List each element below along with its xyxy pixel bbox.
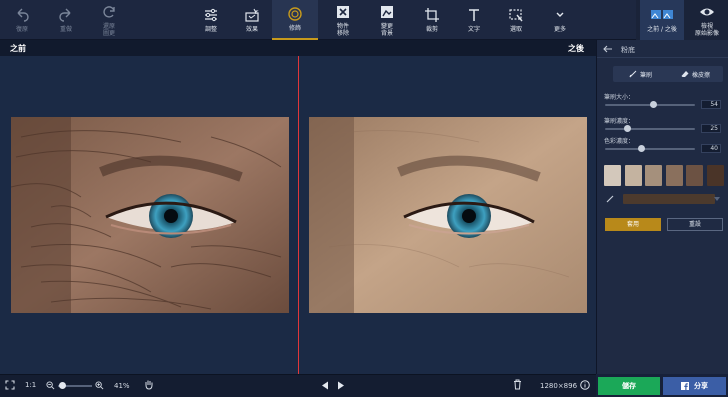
change-background-label: 變更 背景 — [380, 22, 393, 37]
redo-icon — [59, 8, 71, 22]
fullscreen-icon[interactable] — [5, 380, 15, 390]
redo-label: 重做 — [59, 26, 72, 33]
effects-label: 效果 — [245, 26, 258, 33]
before-image — [11, 117, 289, 313]
before-label: 之前 — [10, 44, 26, 53]
after-image — [309, 117, 587, 313]
zoom-slider[interactable] — [58, 382, 92, 389]
revert-button[interactable]: 還原 圖更 — [94, 0, 124, 40]
info-icon[interactable] — [580, 380, 590, 390]
color-swatch[interactable] — [645, 165, 662, 186]
panel-title: 粉底 — [621, 46, 635, 54]
retouch-icon — [288, 7, 302, 21]
more-label: 更多 — [553, 26, 566, 33]
brush-opacity-slider[interactable] — [605, 125, 695, 132]
object-removal-label: 物件 移除 — [336, 22, 349, 37]
tool-effects[interactable]: 效果 — [236, 0, 268, 40]
tool-change-background[interactable]: 變更 背景 — [372, 0, 402, 40]
color-swatch[interactable] — [665, 165, 683, 186]
brush-size-slider[interactable] — [605, 101, 695, 108]
fit-button[interactable]: 1:1 — [25, 381, 36, 389]
undo-icon — [17, 8, 29, 22]
view-original-label: 檢視 原始影像 — [694, 22, 719, 37]
facebook-icon — [681, 382, 689, 390]
top-toolbar: 復原 重做 還原 圖更 調整 效果 修飾 物件 移除 變更 背景 裁剪 文字 選… — [0, 0, 728, 40]
brush-icon — [629, 70, 637, 78]
chevron-down-icon — [556, 12, 564, 17]
before-after-label: 之前 / 之後 — [647, 26, 677, 33]
brush-label: 筆刷 — [639, 71, 652, 79]
compare-header — [0, 40, 596, 56]
eye-icon — [700, 8, 714, 15]
object-removal-icon — [337, 5, 349, 18]
effects-icon — [245, 8, 259, 22]
tool-select[interactable]: 選取 — [502, 0, 530, 40]
view-original-button[interactable]: 檢視 原始影像 — [688, 0, 726, 40]
back-arrow-icon[interactable] — [603, 45, 613, 53]
save-button[interactable]: 儲存 — [598, 377, 660, 395]
tool-retouch[interactable]: 修飾 — [272, 0, 318, 40]
image-dimensions: 1280×896 — [540, 382, 578, 390]
share-button[interactable]: 分享 — [663, 377, 726, 395]
brush-opacity-value[interactable]: 25 — [701, 124, 721, 133]
color-swatch[interactable] — [706, 165, 724, 186]
panel-header — [597, 40, 728, 58]
hand-icon[interactable] — [144, 379, 154, 390]
compare-divider[interactable] — [298, 56, 299, 374]
tool-more[interactable]: 更多 — [546, 0, 574, 40]
text-icon — [469, 9, 479, 21]
adjust-label: 調整 — [204, 26, 217, 33]
apply-button[interactable]: 套用 — [605, 218, 661, 231]
color-opacity-slider[interactable] — [605, 145, 695, 152]
eraser-icon — [681, 71, 689, 77]
tool-object-removal[interactable]: 物件 移除 — [328, 0, 358, 40]
crop-label: 裁剪 — [425, 26, 438, 33]
selected-color-bar[interactable] — [623, 194, 715, 204]
before-after-icon — [651, 10, 673, 19]
background-icon — [381, 5, 393, 18]
undo-button[interactable]: 復原 — [8, 0, 36, 40]
text-label: 文字 — [467, 26, 480, 33]
before-after-button[interactable]: 之前 / 之後 — [640, 0, 684, 40]
refresh-icon — [103, 5, 115, 18]
selection-icon — [509, 9, 523, 22]
color-swatch[interactable] — [624, 165, 642, 186]
brush-size-value[interactable]: 54 — [701, 100, 721, 109]
next-arrow-icon[interactable] — [337, 381, 345, 390]
redo-button[interactable]: 重做 — [52, 0, 80, 40]
trash-icon[interactable] — [513, 379, 522, 390]
sliders-icon — [205, 8, 217, 22]
brush-opacity-knob[interactable] — [624, 125, 631, 132]
brush-opacity-label: 筆刷濃度： — [604, 118, 635, 125]
color-swatch[interactable] — [686, 165, 703, 186]
tool-text[interactable]: 文字 — [460, 0, 488, 40]
color-swatch[interactable] — [604, 165, 621, 186]
brush-size-label: 筆刷大小： — [604, 94, 635, 101]
tool-adjust[interactable]: 調整 — [196, 0, 226, 40]
eraser-label: 橡皮擦 — [691, 71, 710, 79]
undo-label: 復原 — [15, 26, 28, 33]
after-label: 之後 — [568, 44, 584, 53]
eraser-mode-button[interactable]: 橡皮擦 — [668, 66, 723, 82]
dropdown-caret-icon[interactable] — [714, 197, 720, 201]
foundation-panel: 粉底 筆刷 橡皮擦 筆刷大小： 54 筆刷濃度： 25 色彩濃度： 40 套用 … — [596, 40, 728, 374]
retouch-label: 修飾 — [288, 25, 301, 32]
color-opacity-value[interactable]: 40 — [701, 144, 721, 153]
share-label: 分享 — [694, 382, 708, 390]
color-opacity-knob[interactable] — [637, 145, 645, 152]
zoom-value: 41% — [114, 382, 130, 390]
brush-mode-button[interactable]: 筆刷 — [613, 66, 668, 82]
tool-crop[interactable]: 裁剪 — [418, 0, 446, 40]
select-label: 選取 — [509, 26, 522, 33]
brush-size-knob[interactable] — [650, 101, 658, 108]
color-opacity-label: 色彩濃度： — [604, 138, 635, 145]
zoom-out-icon[interactable] — [46, 381, 55, 390]
reset-button[interactable]: 重設 — [667, 218, 723, 231]
revert-label: 還原 圖更 — [102, 22, 115, 37]
zoom-in-icon[interactable] — [95, 381, 104, 390]
previous-arrow-icon[interactable] — [321, 381, 329, 390]
eyedropper-icon[interactable] — [606, 195, 614, 203]
crop-icon — [425, 8, 439, 22]
zoom-slider-knob[interactable] — [59, 382, 66, 389]
